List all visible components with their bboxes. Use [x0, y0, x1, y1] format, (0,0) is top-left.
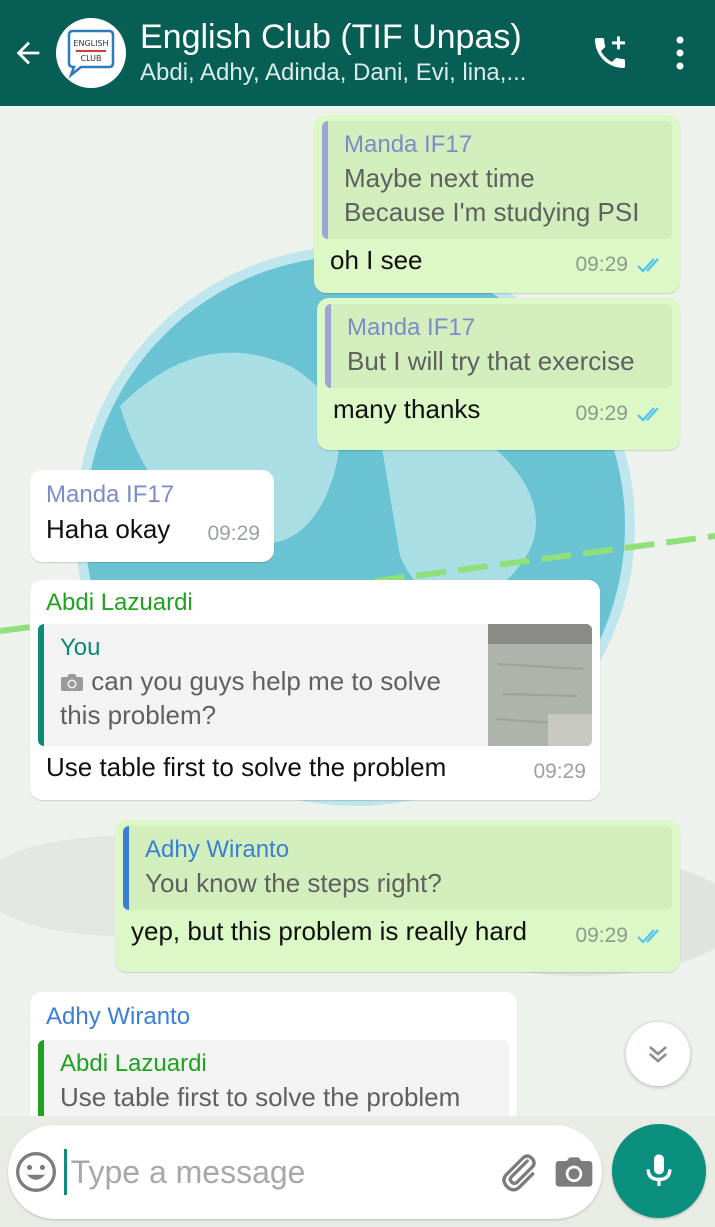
- message-text: Haha okay: [46, 514, 171, 544]
- phone-add-icon: [595, 36, 625, 68]
- quote-author: Manda IF17: [347, 314, 476, 341]
- double-check-read-icon: [637, 407, 659, 422]
- message-composer: [8, 1125, 602, 1219]
- double-check-read-icon: [637, 929, 659, 944]
- more-vertical-icon: [676, 36, 684, 70]
- quoted-photo-thumbnail[interactable]: [488, 624, 592, 746]
- chat-header: ENGLISH CLUB English Club (TIF Unpas) Ab…: [0, 0, 715, 106]
- double-check-read-icon: [637, 258, 659, 273]
- message-text: Use table first to solve the problem: [46, 752, 447, 782]
- english-club-logo-icon: ENGLISH CLUB: [67, 29, 115, 79]
- avatar-text-top: ENGLISH: [73, 39, 108, 48]
- message-bubble-outgoing[interactable]: Manda IF17 But I will try that exercise …: [317, 298, 680, 450]
- group-members: Abdi, Adhy, Adinda, Dani, Evi, lina,...: [140, 59, 527, 86]
- camera-button[interactable]: [546, 1125, 602, 1219]
- sender-name[interactable]: Adhy Wiranto: [38, 1000, 509, 1034]
- message-input[interactable]: [63, 1149, 491, 1195]
- header-titles[interactable]: English Club (TIF Unpas) Abdi, Adhy, Adi…: [140, 17, 575, 89]
- quote-text-line: can you guys help me to solve: [91, 666, 441, 696]
- quoted-message[interactable]: Manda IF17 Maybe next time Because I'm s…: [322, 121, 672, 239]
- paperclip-icon: [501, 1154, 536, 1192]
- quote-text-line: But I will try that exercise: [347, 346, 635, 376]
- message-bubble-incoming[interactable]: Adhy Wiranto Abdi Lazuardi Use table fir…: [30, 992, 517, 1116]
- sender-name[interactable]: Abdi Lazuardi: [38, 586, 592, 620]
- camera-icon: [555, 1157, 593, 1187]
- avatar-text-bottom: CLUB: [81, 54, 102, 63]
- message-time: 09:29: [575, 924, 628, 947]
- message-list[interactable]: Manda IF17 Maybe next time Because I'm s…: [0, 106, 715, 1116]
- add-call-button[interactable]: [575, 0, 645, 106]
- sender-name[interactable]: Manda IF17: [38, 478, 266, 512]
- message-time: 09:29: [575, 402, 628, 425]
- quoted-message[interactable]: Adhy Wiranto You know the steps right?: [123, 826, 672, 910]
- group-title: English Club (TIF Unpas): [140, 18, 522, 56]
- microphone-icon: [646, 1154, 672, 1186]
- message-time: 09:29: [575, 253, 628, 276]
- message-time: 09:29: [207, 522, 260, 545]
- attach-button[interactable]: [491, 1125, 547, 1219]
- quoted-message[interactable]: Manda IF17 But I will try that exercise: [325, 304, 672, 388]
- quote-text-line: Because I'm studying PSI: [344, 197, 640, 227]
- back-arrow-icon: [16, 41, 40, 65]
- quote-text-line: Maybe next time: [344, 163, 535, 193]
- quote-author: Abdi Lazuardi: [60, 1050, 207, 1077]
- quote-author: You: [60, 634, 101, 661]
- quote-text-line: this problem?: [60, 700, 217, 730]
- message-bubble-incoming[interactable]: Manda IF17 Haha okay 09:29: [30, 470, 274, 562]
- message-bubble-incoming[interactable]: Abdi Lazuardi You can you guys help me t…: [30, 580, 600, 800]
- quoted-message[interactable]: Abdi Lazuardi Use table first to solve t…: [38, 1040, 509, 1116]
- voice-message-button[interactable]: [612, 1124, 706, 1218]
- message-bubble-outgoing[interactable]: Adhy Wiranto You know the steps right? y…: [115, 820, 680, 972]
- quote-author: Manda IF17: [344, 131, 473, 158]
- message-text: oh I see: [330, 245, 423, 275]
- message-text: many thanks: [333, 394, 481, 424]
- message-bubble-outgoing[interactable]: Manda IF17 Maybe next time Because I'm s…: [314, 115, 680, 293]
- emoji-button[interactable]: [8, 1125, 64, 1219]
- quoted-message[interactable]: You can you guys help me to solve this p…: [38, 624, 592, 746]
- back-button[interactable]: [0, 0, 56, 106]
- message-text: yep, but this problem is really hard: [131, 916, 527, 946]
- photo-thumbnail-image: [488, 624, 592, 746]
- camera-icon: [61, 674, 83, 691]
- quote-text-line: Use table first to solve the problem: [60, 1082, 461, 1112]
- scroll-to-bottom-button[interactable]: [626, 1022, 690, 1086]
- quote-text-line: You know the steps right?: [145, 868, 442, 898]
- message-time: 09:29: [533, 760, 586, 783]
- emoji-icon: [15, 1152, 56, 1192]
- quote-author: Adhy Wiranto: [145, 836, 290, 863]
- double-chevron-down-icon: [648, 1046, 668, 1063]
- group-avatar[interactable]: ENGLISH CLUB: [56, 18, 126, 88]
- more-options-button[interactable]: [645, 0, 715, 106]
